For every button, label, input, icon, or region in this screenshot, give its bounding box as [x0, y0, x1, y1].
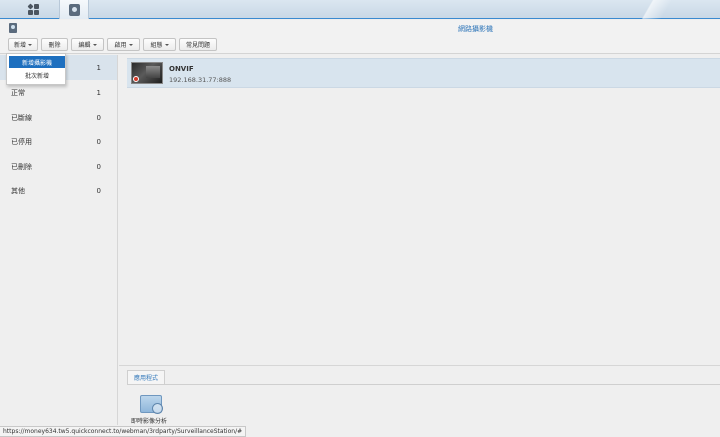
- camera-thumbnail: [131, 62, 163, 84]
- enable-button-label: 啟用: [114, 42, 127, 49]
- faq-button-label: 常見問題: [185, 42, 210, 49]
- chevron-down-icon: [28, 43, 32, 46]
- window-header: 網路攝影機: [0, 20, 720, 36]
- window-title: 網路攝影機: [458, 25, 493, 33]
- category-count: 1: [96, 88, 101, 97]
- category-count: 0: [96, 186, 101, 195]
- taskbar-decoration: [600, 0, 720, 19]
- camera-row[interactable]: ONVIF 192.168.31.77:888: [127, 58, 720, 88]
- taskbar: [0, 0, 720, 19]
- tab-divider: [127, 384, 720, 385]
- config-button[interactable]: 組態: [143, 38, 176, 51]
- menu-item-add-camera[interactable]: 新增攝影機: [9, 56, 65, 68]
- category-count: 0: [96, 113, 101, 122]
- add-button[interactable]: 新增: [8, 38, 38, 51]
- category-disconnected[interactable]: 已斷線 0: [0, 105, 117, 130]
- chevron-down-icon: [92, 43, 97, 46]
- add-dropdown-menu: 新增攝影機 批次新增: [6, 53, 66, 85]
- category-deleted[interactable]: 已刪除 0: [0, 154, 117, 179]
- app-label[interactable]: 即時影像分析: [131, 416, 167, 425]
- category-panel: 1 正常 1 已斷線 0 已停用 0 已刪除 0 其他 0: [0, 55, 118, 425]
- delete-button[interactable]: 刪除: [41, 38, 68, 51]
- edit-button[interactable]: 編輯: [71, 38, 104, 51]
- recording-status-icon: [133, 76, 139, 82]
- category-count: 0: [96, 137, 101, 146]
- category-label: 其他: [11, 186, 25, 195]
- camera-address: 192.168.31.77:888: [169, 76, 232, 84]
- config-button-label: 組態: [150, 42, 163, 49]
- tab-applications[interactable]: 應用程式: [127, 370, 166, 384]
- camera-list: ONVIF 192.168.31.77:888: [119, 55, 720, 365]
- toolbar: 新增 刪除 編輯 啟用 組態 常見問題: [0, 36, 720, 54]
- surveillance-station-icon: [68, 3, 80, 16]
- status-bar-url: https://money634.tw5.quickconnect.to/web…: [0, 426, 247, 437]
- surveillance-station-taskbar-button[interactable]: [59, 0, 89, 19]
- category-label: 已斷線: [11, 113, 32, 122]
- chevron-down-icon: [164, 43, 169, 46]
- camera-name: ONVIF: [169, 65, 194, 73]
- menu-item-batch-add[interactable]: 批次新增: [9, 69, 65, 81]
- grid-icon: [26, 3, 39, 15]
- category-label: 正常: [11, 88, 25, 97]
- add-button-label: 新增: [13, 42, 26, 49]
- enable-button[interactable]: 啟用: [107, 38, 140, 51]
- faq-button[interactable]: 常見問題: [179, 38, 217, 51]
- category-other[interactable]: 其他 0: [0, 178, 117, 203]
- category-count: 1: [96, 63, 101, 72]
- category-disabled[interactable]: 已停用 0: [0, 129, 117, 154]
- delete-button-label: 刪除: [48, 42, 61, 49]
- main-menu-button[interactable]: [18, 0, 48, 19]
- category-count: 0: [96, 162, 101, 171]
- chevron-down-icon: [128, 43, 133, 46]
- video-analytics-icon[interactable]: [140, 395, 163, 414]
- category-label: 已刪除: [11, 162, 32, 171]
- edit-button-label: 編輯: [78, 42, 91, 49]
- category-label: 已停用: [11, 137, 32, 146]
